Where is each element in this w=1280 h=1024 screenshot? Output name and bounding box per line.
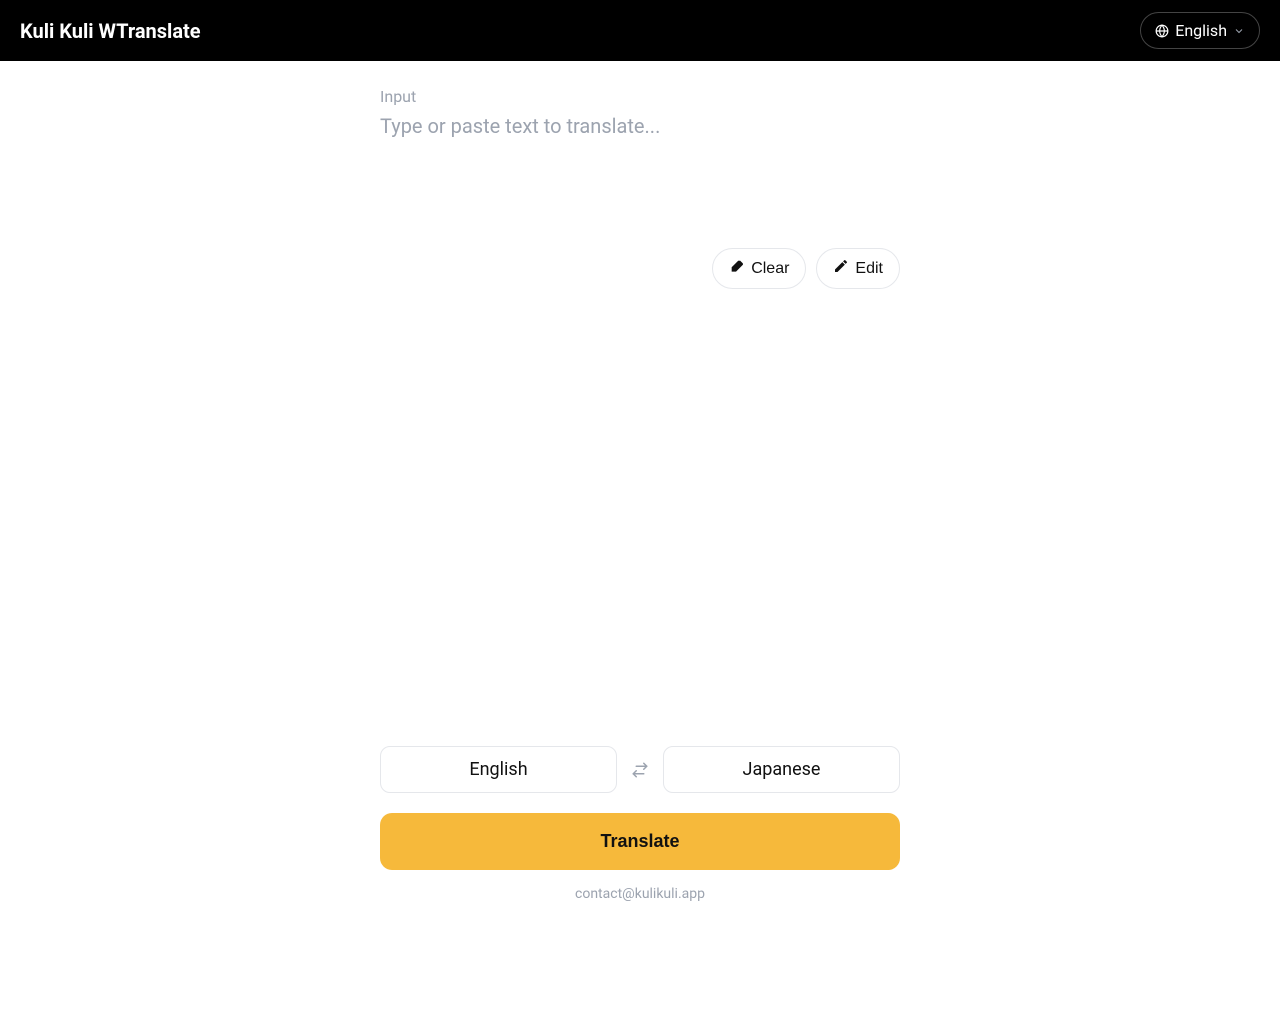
app-title: Kuli Kuli WTranslate [20,19,201,43]
chevron-down-icon [1233,25,1245,37]
app-header: Kuli Kuli WTranslate English [0,0,1280,61]
pencil-icon [833,258,849,279]
input-label: Input [380,87,900,106]
edit-button-label: Edit [855,260,883,278]
edit-button[interactable]: Edit [816,248,900,289]
target-language-select[interactable]: Japanese [663,746,900,793]
ui-language-selector[interactable]: English [1140,12,1260,49]
translate-input[interactable] [380,114,900,244]
language-pair-row: English Japanese [380,746,900,793]
clear-button-label: Clear [751,260,789,278]
ui-language-label: English [1175,21,1227,40]
bottom-panel: English Japanese Translate contact@kulik… [380,746,900,902]
footer-contact: contact@kulikuli.app [380,886,900,902]
globe-icon [1155,24,1169,38]
clear-button[interactable]: Clear [712,248,806,289]
source-language-select[interactable]: English [380,746,617,793]
eraser-icon [729,258,745,279]
input-actions: Clear Edit [380,248,900,289]
main-panel: Input Clear Edit [380,61,900,289]
translate-button[interactable]: Translate [380,813,900,870]
swap-languages-button[interactable] [631,761,649,779]
